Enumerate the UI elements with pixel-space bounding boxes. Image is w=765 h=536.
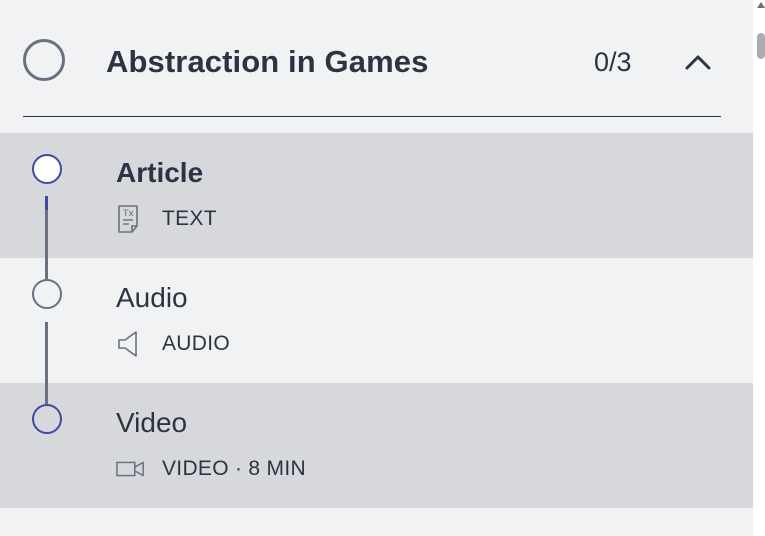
item-type-label: VIDEO · 8 MIN [162, 457, 306, 480]
timeline-node-audio [32, 279, 62, 309]
item-type-label: TEXT [162, 207, 217, 230]
module-title: Abstraction in Games [106, 44, 429, 79]
timeline-node-article [32, 154, 62, 184]
item-meta: AUDIO [116, 331, 230, 357]
timeline-connector [45, 210, 48, 279]
scrollbar[interactable] [753, 0, 765, 536]
timeline-connector [45, 196, 48, 210]
svg-text:Tx: Tx [122, 209, 134, 219]
list-item-video[interactable]: Video VIDEO · 8 MIN [0, 383, 753, 508]
item-meta: Tx TEXT [116, 205, 217, 233]
timeline-connector [45, 322, 48, 404]
item-type-label: AUDIO [162, 332, 231, 355]
item-title: Video [116, 407, 188, 438]
header-divider [23, 116, 721, 117]
item-meta: VIDEO · 8 MIN [116, 456, 306, 482]
module-panel: Abstraction in Games 0/3 Article Tx TEXT… [0, 0, 753, 536]
video-camera-icon [116, 456, 146, 482]
timeline-node-video [32, 404, 62, 434]
speaker-icon [116, 331, 146, 357]
module-header[interactable]: Abstraction in Games 0/3 [0, 0, 753, 116]
module-status-icon [23, 39, 65, 81]
chevron-up-icon[interactable] [683, 49, 713, 75]
item-title: Audio [116, 282, 188, 313]
module-progress: 0/3 [594, 47, 632, 77]
scrollbar-thumb[interactable] [757, 33, 765, 59]
list-item-article[interactable]: Article Tx TEXT [0, 133, 753, 258]
scroll-up-arrow-icon[interactable] [757, 0, 765, 10]
list-item-audio[interactable]: Audio AUDIO [0, 258, 753, 383]
item-title: Article [116, 157, 204, 188]
text-document-icon: Tx [116, 205, 146, 233]
